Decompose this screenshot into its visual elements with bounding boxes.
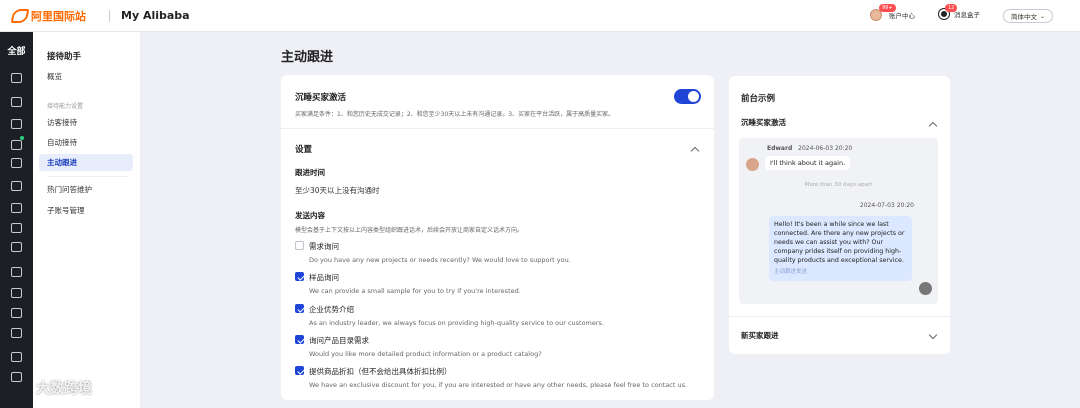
- account-badge: 99+: [879, 4, 896, 12]
- home-icon[interactable]: [11, 73, 22, 83]
- option-desc: As an industry leader, we always focus o…: [309, 319, 605, 327]
- message-rail-icon[interactable]: [11, 140, 22, 150]
- sidebar-item-followup[interactable]: 主动跟进: [39, 154, 133, 171]
- expand-icon[interactable]: [928, 330, 938, 340]
- users-icon[interactable]: [11, 242, 22, 252]
- chat-preview: Edward 2024-06-03 20:20 I'll think about…: [739, 138, 938, 304]
- option-desc: We have an exclusive discount for you, i…: [309, 381, 688, 389]
- option-label: 提供商品折扣（但不会给出具体折扣比例）: [309, 367, 452, 376]
- preview-section-newbuyer[interactable]: 新买家跟进: [741, 330, 779, 341]
- option-desc: We can provide a small sample for you to…: [309, 287, 521, 295]
- option-label: 需求询问: [309, 242, 339, 251]
- option-label: 企业优势介绍: [309, 305, 354, 314]
- reactivate-title: 沉睡买家激活: [295, 93, 347, 103]
- option-checkbox-sample[interactable]: [295, 272, 304, 281]
- time-label: 跟进时间: [295, 168, 325, 177]
- option-label: 询问产品目录需求: [309, 336, 369, 345]
- seller-avatar: [919, 282, 932, 295]
- followup-settings-card: 沉睡买家激活 买家满足条件：1、和您历史无成交记录；2、和您至少30天以上未有沟…: [281, 75, 714, 400]
- sidebar-item-visitor[interactable]: 访客接待: [39, 114, 133, 131]
- option-checkbox-discount[interactable]: [295, 366, 304, 375]
- divider: [109, 10, 110, 22]
- sidebar-group-label: 接待能力设置: [47, 103, 84, 110]
- alibaba-logo[interactable]: 阿里国际站: [10, 8, 86, 24]
- option-checkbox-catalog[interactable]: [295, 335, 304, 344]
- clipboard-icon[interactable]: [11, 267, 22, 277]
- buyer-time: 2024-06-03 20:20: [798, 145, 853, 152]
- sidebar-item-subaccount[interactable]: 子账号管理: [39, 202, 133, 219]
- option-desc: Would you like more detailed product inf…: [309, 350, 542, 358]
- chevron-down-icon: ⌄: [1039, 12, 1046, 20]
- seller-note: 主动跟进发送: [774, 269, 808, 275]
- store-icon[interactable]: [11, 97, 22, 107]
- buyer-avatar: [746, 158, 759, 171]
- broadcast-icon[interactable]: [11, 181, 22, 191]
- divider: [729, 316, 950, 317]
- time-value: 至少30天以上没有沟通时: [295, 186, 380, 195]
- collapse-icon[interactable]: [690, 146, 700, 156]
- message-box-label: 消息盒子: [954, 11, 980, 19]
- settings-icon[interactable]: [11, 372, 22, 382]
- buyer-message: I'll think about it again.: [765, 156, 851, 170]
- truck-icon[interactable]: [11, 328, 22, 338]
- account-center-button[interactable]: 99+ 账户中心: [870, 4, 915, 21]
- chat-icon[interactable]: [11, 223, 22, 233]
- alibaba-logo-icon: [10, 9, 30, 23]
- language-label: 简体中文: [1010, 13, 1037, 21]
- preview-card: 前台示例 沉睡买家激活 Edward 2024-06-03 20:20 I'll…: [729, 76, 950, 354]
- seller-message-text: Hello! It's been a while since we last c…: [774, 221, 905, 264]
- settings-title: 设置: [295, 145, 313, 155]
- buyer-header: Edward 2024-06-03 20:20: [767, 145, 852, 152]
- page-title: 主动跟进: [281, 50, 334, 65]
- seller-message: Hello! It's been a while since we last c…: [769, 216, 912, 281]
- secondary-sidebar: 接待助手 概览 接待能力设置 访客接待 自动接待 主动跟进 热门问答维护 子账号…: [33, 32, 141, 408]
- icon-rail: 全部: [0, 32, 33, 408]
- sidebar-heading: 接待助手: [47, 52, 82, 62]
- shield-icon[interactable]: [11, 352, 22, 362]
- buyer-name: Edward: [767, 145, 793, 152]
- gap-note: More than 30 days apart: [804, 182, 873, 188]
- option-checkbox-needs[interactable]: [295, 241, 304, 250]
- logo-text: 阿里国际站: [31, 10, 86, 23]
- preview-section-reactivate[interactable]: 沉睡买家激活: [741, 117, 786, 128]
- message-box-button[interactable]: 12 消息盒子: [939, 4, 980, 19]
- rail-all-button[interactable]: 全部: [0, 32, 33, 64]
- reactivate-toggle[interactable]: [674, 89, 701, 104]
- option-desc: Do you have any new projects or needs re…: [309, 256, 571, 264]
- seller-time: 2024-07-03 20:20: [859, 202, 914, 209]
- language-selector[interactable]: 简体中文 ⌄: [1003, 9, 1053, 23]
- content-label: 发送内容: [295, 211, 325, 220]
- layout-icon[interactable]: [11, 203, 22, 213]
- sidebar-divider: [47, 176, 129, 177]
- online-dot: [20, 136, 24, 140]
- chart-icon[interactable]: [11, 158, 22, 168]
- preview-title: 前台示例: [741, 94, 776, 104]
- option-label: 样品询问: [309, 273, 339, 282]
- product-icon[interactable]: [11, 119, 22, 129]
- collapse-icon[interactable]: [928, 121, 938, 131]
- top-bar: 阿里国际站 My Alibaba 99+ 账户中心 12 消息盒子 简体中文 ⌄: [0, 0, 1080, 32]
- sidebar-item-overview[interactable]: 概览: [39, 68, 133, 85]
- watermark: 大数跨境: [36, 381, 92, 397]
- content-desc: 模型会基于上下文按以上内容类型组织跟进话术，后续会开放让商家自定义话术方向。: [295, 227, 524, 234]
- option-checkbox-advantage[interactable]: [295, 304, 304, 313]
- globe-icon[interactable]: [11, 288, 22, 298]
- app-title: My Alibaba: [121, 9, 190, 22]
- reactivate-desc: 买家满足条件：1、和您历史无成交记录；2、和您至少30天以上未有沟通记录。3、买…: [295, 111, 615, 118]
- wallet-icon[interactable]: [11, 308, 22, 318]
- sidebar-item-faq[interactable]: 热门问答维护: [39, 181, 133, 198]
- divider: [281, 128, 714, 129]
- message-badge: 12: [945, 4, 958, 12]
- sidebar-item-auto[interactable]: 自动接待: [39, 134, 133, 151]
